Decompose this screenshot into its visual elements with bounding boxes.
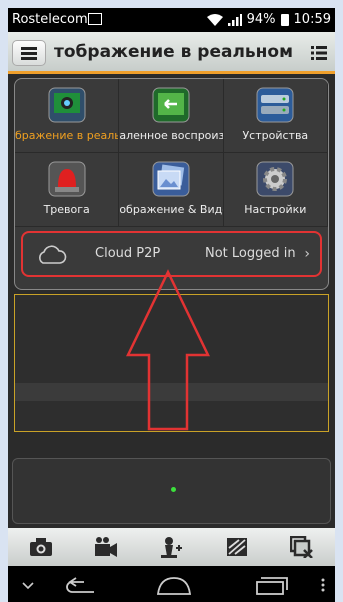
device-list-icon[interactable] <box>311 45 327 61</box>
navigation-bar <box>8 566 335 602</box>
wifi-icon <box>206 13 223 26</box>
chevron-right-icon: › <box>304 246 310 262</box>
title-bar: тображение в реальном вр <box>8 32 335 74</box>
status-bar: Rostelecom 94% 10:59 <box>8 8 335 32</box>
alarm-icon <box>48 161 86 197</box>
menu-item-image-video[interactable]: ображение & Виде <box>119 153 224 227</box>
home-icon[interactable] <box>156 576 192 596</box>
record-icon[interactable] <box>94 536 118 558</box>
image-quality-icon[interactable] <box>225 536 249 558</box>
image-video-icon <box>152 161 190 197</box>
image-notification-icon <box>88 13 102 25</box>
back-icon[interactable] <box>64 576 100 596</box>
carrier-name: Rostelecom <box>12 12 88 27</box>
cloud-p2p-label: Cloud P2P <box>95 246 161 261</box>
playback-icon <box>152 87 190 123</box>
battery-icon <box>280 13 289 26</box>
overflow-menu-icon[interactable] <box>321 578 325 592</box>
main-menu-panel: бражение в реальн аленное воспроиз Устро… <box>14 78 329 290</box>
recent-apps-icon[interactable] <box>253 576 289 596</box>
signal-icon <box>227 13 242 26</box>
menu-item-alarm[interactable]: Тревога <box>15 153 120 227</box>
menu-item-label: аленное воспроиз <box>119 129 224 142</box>
page-indicator-area <box>12 458 331 524</box>
menu-item-label: Устройства <box>242 129 309 142</box>
menu-item-playback[interactable]: аленное воспроиз <box>119 79 224 153</box>
devices-icon <box>256 87 294 123</box>
menu-item-label: бражение в реальн <box>15 129 120 142</box>
menu-item-live-view[interactable]: бражение в реальн <box>15 79 120 153</box>
ptz-icon[interactable] <box>159 536 183 558</box>
menu-button[interactable] <box>12 40 46 66</box>
menu-item-label: ображение & Виде <box>119 203 224 216</box>
battery-percent: 94% <box>246 12 276 27</box>
menu-item-settings[interactable]: Настройки <box>223 153 328 227</box>
settings-icon <box>256 161 294 197</box>
chevron-down-icon[interactable] <box>22 582 34 590</box>
bottom-toolbar <box>8 528 335 566</box>
menu-item-label: Настройки <box>244 203 307 216</box>
cloud-icon <box>39 245 67 264</box>
clock: 10:59 <box>293 12 331 27</box>
page-title: тображение в реальном вр <box>54 42 294 62</box>
annotation-arrow <box>126 269 210 431</box>
live-view-icon <box>48 87 86 123</box>
menu-grid: бражение в реальн аленное воспроиз Устро… <box>15 79 328 227</box>
menu-item-devices[interactable]: Устройства <box>223 79 328 153</box>
close-all-icon[interactable] <box>290 536 314 558</box>
camera-icon[interactable] <box>29 536 53 558</box>
login-status: Not Logged in <box>205 246 296 261</box>
page-indicator-dot <box>171 487 176 492</box>
menu-item-label: Тревога <box>43 203 90 216</box>
